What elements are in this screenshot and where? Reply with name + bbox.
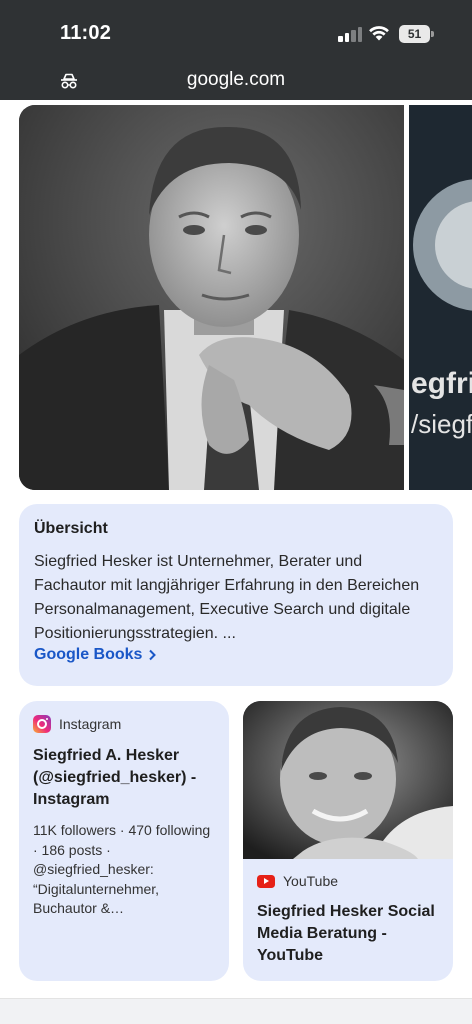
bottom-divider <box>0 998 472 1024</box>
cellular-signal-icon <box>338 26 364 42</box>
wifi-icon <box>369 26 389 41</box>
instagram-result-card[interactable]: Instagram Siegfried A. Hesker (@siegfrie… <box>19 701 229 981</box>
source-name: Instagram <box>59 716 122 732</box>
youtube-result-card[interactable]: YouTube Siegfried Hesker Social Media Be… <box>243 701 453 981</box>
video-thumbnail[interactable] <box>243 701 453 859</box>
result-title[interactable]: Siegfried Hesker Social Media Beratung -… <box>257 901 439 967</box>
youtube-icon <box>257 874 275 888</box>
result-snippet: 11K followers · 470 following · 186 post… <box>33 822 211 916</box>
overview-title: Übersicht <box>34 520 108 537</box>
battery-icon: 51 <box>399 25 435 43</box>
google-books-link-label[interactable]: Google Books <box>34 646 142 664</box>
source-name: YouTube <box>283 873 339 889</box>
hero-portrait-image[interactable] <box>19 105 404 490</box>
side-image-subtext: /siegf <box>411 409 472 439</box>
address-bar[interactable]: google.com <box>0 69 472 91</box>
instagram-icon <box>33 715 51 733</box>
result-source: Instagram <box>33 715 215 733</box>
portrait-illustration <box>19 105 404 490</box>
result-title[interactable]: Siegfried A. Hesker (@siegfried_hesker) … <box>33 745 215 811</box>
result-source: YouTube <box>257 873 439 889</box>
side-image-text: egfri <box>411 367 472 400</box>
overview-card: Übersicht Siegfried Hesker ist Unternehm… <box>19 504 453 686</box>
browser-chrome: 11:02 51 google.com <box>0 0 472 100</box>
status-time: 11:02 <box>60 22 112 44</box>
hero-next-image[interactable]: egfri /siegf <box>409 105 472 490</box>
battery-level: 51 <box>399 25 430 43</box>
overview-description: Siegfried Hesker ist Unternehmer, Berate… <box>34 553 420 642</box>
chevron-right-icon <box>149 649 157 661</box>
google-books-link[interactable]: Google Books <box>34 646 438 664</box>
